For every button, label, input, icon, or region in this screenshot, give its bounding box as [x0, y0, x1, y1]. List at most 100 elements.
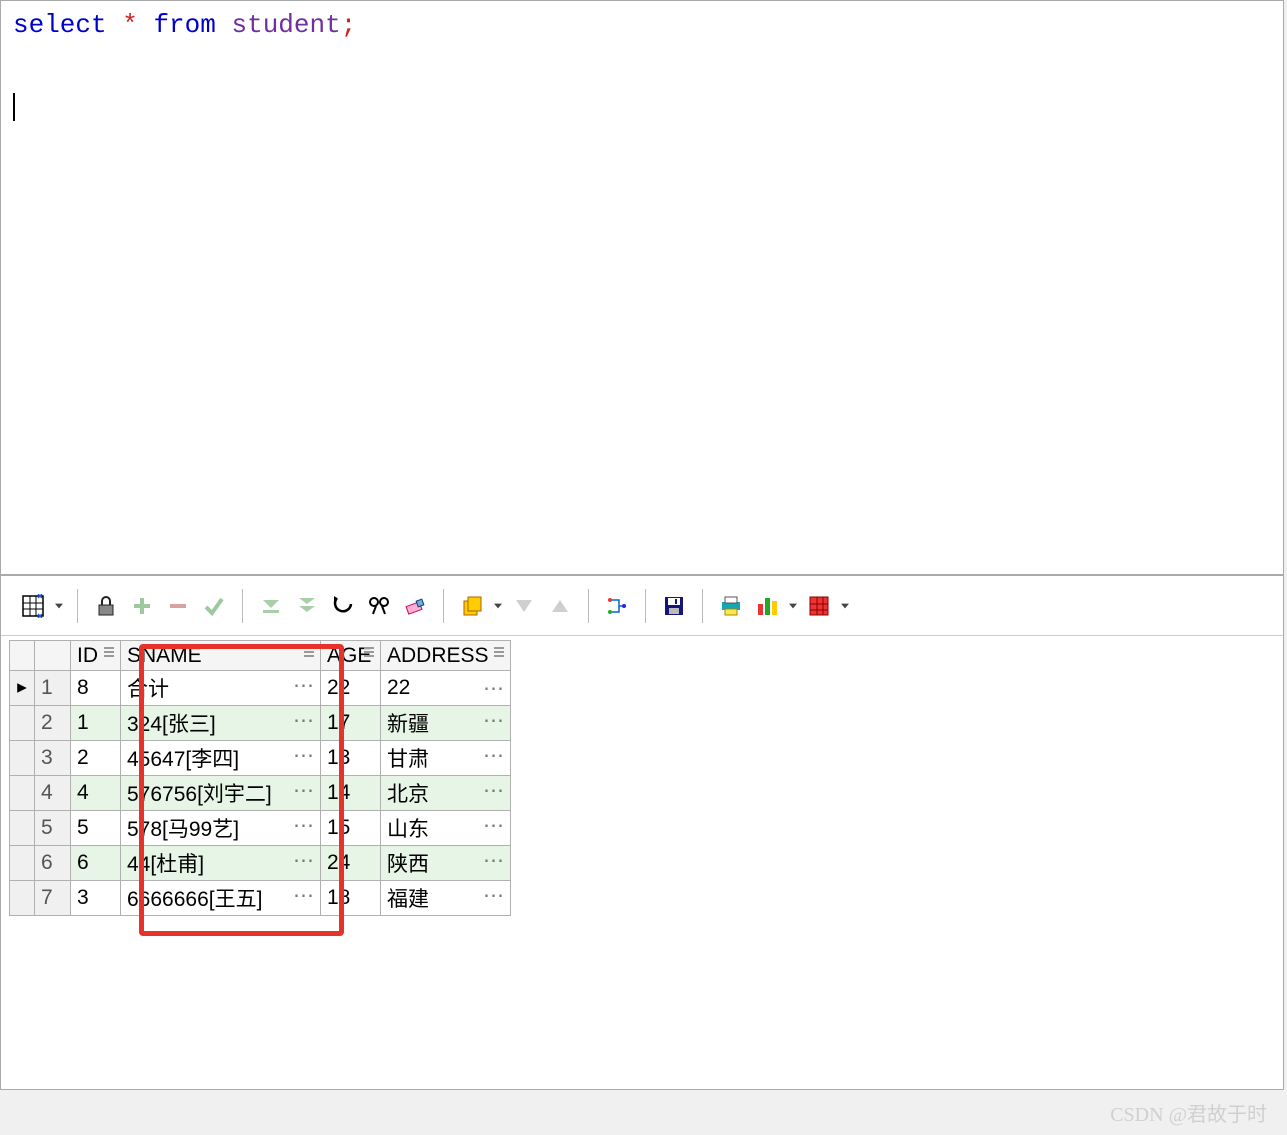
cell-sname[interactable]: 合计⋯: [121, 671, 321, 706]
cell-id[interactable]: 8: [71, 671, 121, 706]
result-grid[interactable]: ID SNAME AGE ADDRESS 18合计⋯2222⋯21324[张三]…: [9, 640, 511, 916]
row-indicator[interactable]: [10, 776, 35, 811]
copy-button[interactable]: [456, 590, 488, 622]
cell-age[interactable]: 13: [321, 741, 381, 776]
cell-sname[interactable]: 578[马99艺]⋯: [121, 811, 321, 846]
cell-editor-icon[interactable]: ⋯: [293, 778, 314, 803]
link-button[interactable]: [601, 590, 633, 622]
save-button[interactable]: [658, 590, 690, 622]
sql-editor[interactable]: select * from student;: [1, 1, 1283, 576]
cell-address[interactable]: 北京⋯: [381, 776, 511, 811]
chart-dropdown[interactable]: [787, 602, 799, 610]
cell-sname[interactable]: 45647[李四]⋯: [121, 741, 321, 776]
commit-button[interactable]: [198, 590, 230, 622]
cell-id[interactable]: 5: [71, 811, 121, 846]
cell-address[interactable]: 山东⋯: [381, 811, 511, 846]
row-number: 4: [35, 776, 71, 811]
table-row[interactable]: 18合计⋯2222⋯: [10, 671, 511, 706]
current-row-icon: [16, 676, 28, 699]
toolbar-separator: [77, 589, 78, 623]
row-indicator[interactable]: [10, 671, 35, 706]
cell-sname[interactable]: 44[杜甫]⋯: [121, 846, 321, 881]
cell-editor-icon[interactable]: ⋯: [483, 883, 504, 908]
cell-age[interactable]: 18: [321, 881, 381, 916]
cell-age[interactable]: 17: [321, 706, 381, 741]
add-row-button[interactable]: [126, 590, 158, 622]
cell-id[interactable]: 2: [71, 741, 121, 776]
export-dropdown[interactable]: [839, 602, 851, 610]
remove-row-button[interactable]: [162, 590, 194, 622]
text-cursor: [13, 93, 15, 121]
col-header-age[interactable]: AGE: [321, 641, 381, 671]
col-header-sname[interactable]: SNAME: [121, 641, 321, 671]
cell-id[interactable]: 3: [71, 881, 121, 916]
column-menu-icon[interactable]: [100, 645, 118, 663]
find-button[interactable]: [363, 590, 395, 622]
table-row[interactable]: 55578[马99艺]⋯15山东⋯: [10, 811, 511, 846]
column-menu-icon[interactable]: [360, 645, 378, 663]
cell-sname[interactable]: 576756[刘宇二]⋯: [121, 776, 321, 811]
copy-dropdown[interactable]: [492, 602, 504, 610]
sort-desc-icon[interactable]: [508, 590, 540, 622]
export-button[interactable]: [803, 590, 835, 622]
col-header-id[interactable]: ID: [71, 641, 121, 671]
sort-asc-icon[interactable]: [544, 590, 576, 622]
cell-id[interactable]: 1: [71, 706, 121, 741]
cell-editor-icon[interactable]: ⋯: [293, 743, 314, 768]
cell-editor-icon[interactable]: ⋯: [483, 813, 504, 838]
column-menu-icon[interactable]: [300, 645, 318, 663]
col-header-address[interactable]: ADDRESS: [381, 641, 511, 671]
table-row[interactable]: 736666666[王五]⋯18福建⋯: [10, 881, 511, 916]
lock-icon[interactable]: [90, 590, 122, 622]
table-row[interactable]: 44576756[刘宇二]⋯14北京⋯: [10, 776, 511, 811]
toolbar-separator: [702, 589, 703, 623]
cell-editor-icon[interactable]: ⋯: [483, 848, 504, 873]
row-indicator[interactable]: [10, 741, 35, 776]
toolbar-separator: [242, 589, 243, 623]
cell-sname[interactable]: 6666666[王五]⋯: [121, 881, 321, 916]
cell-age[interactable]: 24: [321, 846, 381, 881]
sql-keyword-select: select: [13, 10, 107, 40]
table-row[interactable]: 21324[张三]⋯17新疆⋯: [10, 706, 511, 741]
cell-editor-icon[interactable]: ⋯: [483, 778, 504, 803]
cell-id[interactable]: 4: [71, 776, 121, 811]
cell-address[interactable]: 福建⋯: [381, 881, 511, 916]
cell-editor-icon[interactable]: ⋯: [483, 676, 504, 701]
cell-address[interactable]: 甘肃⋯: [381, 741, 511, 776]
row-indicator[interactable]: [10, 846, 35, 881]
cell-editor-icon[interactable]: ⋯: [483, 743, 504, 768]
fetch-page-button[interactable]: [255, 590, 287, 622]
grid-view-button[interactable]: [17, 590, 49, 622]
erase-button[interactable]: [399, 590, 431, 622]
grid-view-dropdown[interactable]: [53, 602, 65, 610]
cell-address[interactable]: 22⋯: [381, 671, 511, 706]
cell-editor-icon[interactable]: ⋯: [293, 848, 314, 873]
cell-address[interactable]: 陕西⋯: [381, 846, 511, 881]
cell-address[interactable]: 新疆⋯: [381, 706, 511, 741]
cell-age[interactable]: 15: [321, 811, 381, 846]
fetch-all-button[interactable]: [291, 590, 323, 622]
col-indicator[interactable]: [10, 641, 35, 671]
row-indicator[interactable]: [10, 881, 35, 916]
chart-button[interactable]: [751, 590, 783, 622]
result-grid-container: ID SNAME AGE ADDRESS 18合计⋯2222⋯21324[张三]…: [1, 636, 1283, 920]
cell-age[interactable]: 22: [321, 671, 381, 706]
row-indicator[interactable]: [10, 811, 35, 846]
cell-editor-icon[interactable]: ⋯: [293, 673, 314, 698]
col-rownum[interactable]: [35, 641, 71, 671]
cell-editor-icon[interactable]: ⋯: [293, 708, 314, 733]
table-row[interactable]: 6644[杜甫]⋯24陕西⋯: [10, 846, 511, 881]
refresh-button[interactable]: [327, 590, 359, 622]
column-menu-icon[interactable]: [490, 645, 508, 663]
cell-editor-icon[interactable]: ⋯: [483, 708, 504, 733]
cell-id[interactable]: 6: [71, 846, 121, 881]
table-row[interactable]: 3245647[李四]⋯13甘肃⋯: [10, 741, 511, 776]
cell-editor-icon[interactable]: ⋯: [293, 883, 314, 908]
cell-age[interactable]: 14: [321, 776, 381, 811]
print-button[interactable]: [715, 590, 747, 622]
row-indicator[interactable]: [10, 706, 35, 741]
row-number: 2: [35, 706, 71, 741]
cell-sname[interactable]: 324[张三]⋯: [121, 706, 321, 741]
cell-editor-icon[interactable]: ⋯: [293, 813, 314, 838]
sql-table: student: [231, 10, 340, 40]
